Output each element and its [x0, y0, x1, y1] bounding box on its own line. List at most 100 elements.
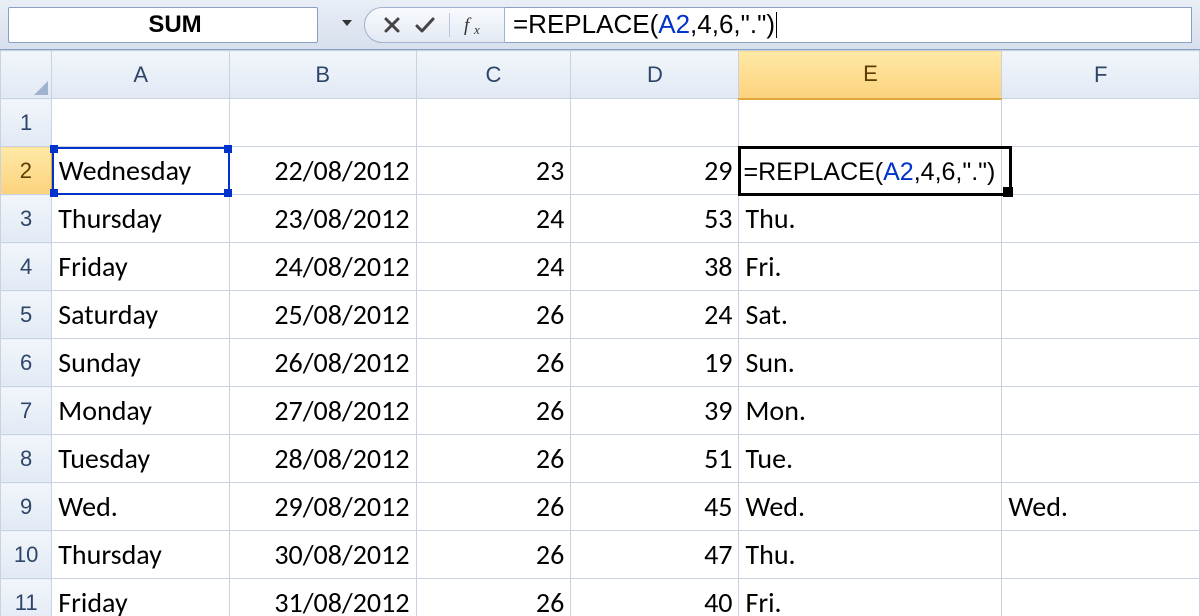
editing-cell-text: =REPLACE(A2,4,6,".") [743, 158, 995, 186]
cell-C3[interactable]: 24 [416, 195, 571, 243]
formula-input[interactable]: =REPLACE(AA2,4,6,".") [505, 7, 1192, 43]
cell-C6[interactable]: 26 [416, 339, 571, 387]
cell-A9[interactable]: Wed. [52, 483, 230, 531]
cell-B4[interactable]: 24/08/2012 [230, 243, 416, 291]
cell-A6[interactable]: Sunday [52, 339, 230, 387]
row-header-6[interactable]: 6 [1, 339, 52, 387]
cell-C11[interactable]: 26 [416, 579, 571, 616]
cell-A11[interactable]: Friday [52, 579, 230, 616]
formula-text: =REPLACE(AA2,4,6,".") [513, 9, 775, 40]
cell-C9[interactable]: 26 [416, 483, 571, 531]
cell-D9[interactable]: 45 [571, 483, 739, 531]
enter-icon[interactable] [415, 16, 435, 34]
cell-D8[interactable]: 51 [571, 435, 739, 483]
fx-icon[interactable]: f x [464, 15, 490, 35]
cell-D3[interactable]: 53 [571, 195, 739, 243]
row-header-7[interactable]: 7 [1, 387, 52, 435]
cancel-icon[interactable] [383, 16, 401, 34]
cell-F11[interactable] [1002, 579, 1200, 616]
cell-C1[interactable] [416, 99, 571, 147]
cell-F7[interactable] [1002, 387, 1200, 435]
spreadsheet-grid[interactable]: ABCDEF 12Wednesday22/08/20122329=REPLACE… [0, 50, 1200, 616]
cell-A4[interactable]: Friday [52, 243, 230, 291]
cell-C2[interactable]: 23 [416, 147, 571, 195]
cell-F6[interactable] [1002, 339, 1200, 387]
cell-D10[interactable]: 47 [571, 531, 739, 579]
cells-table[interactable]: ABCDEF 12Wednesday22/08/20122329=REPLACE… [0, 50, 1200, 616]
cell-B11[interactable]: 31/08/2012 [230, 579, 416, 616]
cell-E4[interactable]: Fri. [739, 243, 1002, 291]
formula-bar-buttons: f x [364, 7, 505, 43]
cell-F4[interactable] [1002, 243, 1200, 291]
cell-B1[interactable] [230, 99, 416, 147]
cell-C8[interactable]: 26 [416, 435, 571, 483]
cell-F9[interactable]: Wed. [1002, 483, 1200, 531]
cell-A5[interactable]: Saturday [52, 291, 230, 339]
cell-F1[interactable] [1002, 99, 1200, 147]
row-header-8[interactable]: 8 [1, 435, 52, 483]
cell-C4[interactable]: 24 [416, 243, 571, 291]
row-header-4[interactable]: 4 [1, 243, 52, 291]
row-header-11[interactable]: 11 [1, 579, 52, 616]
row-header-3[interactable]: 3 [1, 195, 52, 243]
separator [449, 13, 450, 37]
cell-D4[interactable]: 38 [571, 243, 739, 291]
name-box-dropdown[interactable] [341, 16, 353, 33]
row-header-5[interactable]: 5 [1, 291, 52, 339]
cell-E10[interactable]: Thu. [739, 531, 1002, 579]
select-all-corner[interactable] [1, 51, 52, 99]
row-header-9[interactable]: 9 [1, 483, 52, 531]
cell-D7[interactable]: 39 [571, 387, 739, 435]
cell-C5[interactable]: 26 [416, 291, 571, 339]
column-header-A[interactable]: A [52, 51, 230, 99]
cell-B3[interactable]: 23/08/2012 [230, 195, 416, 243]
cell-A2[interactable]: Wednesday [52, 147, 230, 195]
cell-E2[interactable]: =REPLACE(A2,4,6,".") [739, 147, 1002, 195]
cell-F3[interactable] [1002, 195, 1200, 243]
column-header-E[interactable]: E [739, 51, 1002, 99]
caret [776, 12, 777, 38]
cell-E8[interactable]: Tue. [739, 435, 1002, 483]
cell-B6[interactable]: 26/08/2012 [230, 339, 416, 387]
cell-E11[interactable]: Fri. [739, 579, 1002, 616]
row-header-10[interactable]: 10 [1, 531, 52, 579]
cell-D5[interactable]: 24 [571, 291, 739, 339]
cell-E1[interactable] [739, 99, 1002, 147]
cell-B8[interactable]: 28/08/2012 [230, 435, 416, 483]
cell-A8[interactable]: Tuesday [52, 435, 230, 483]
cell-E5[interactable]: Sat. [739, 291, 1002, 339]
column-header-D[interactable]: D [571, 51, 739, 99]
column-header-C[interactable]: C [416, 51, 571, 99]
cell-B2[interactable]: 22/08/2012 [230, 147, 416, 195]
svg-text:x: x [473, 22, 480, 35]
cell-A1[interactable] [52, 99, 230, 147]
cell-D1[interactable] [571, 99, 739, 147]
cell-E9[interactable]: Wed. [739, 483, 1002, 531]
svg-text:f: f [464, 15, 472, 35]
cell-B7[interactable]: 27/08/2012 [230, 387, 416, 435]
cell-E3[interactable]: Thu. [739, 195, 1002, 243]
cell-A10[interactable]: Thursday [52, 531, 230, 579]
cell-E6[interactable]: Sun. [739, 339, 1002, 387]
cell-B9[interactable]: 29/08/2012 [230, 483, 416, 531]
row-header-1[interactable]: 1 [1, 99, 52, 147]
row-header-2[interactable]: 2 [1, 147, 52, 195]
cell-C10[interactable]: 26 [416, 531, 571, 579]
column-header-F[interactable]: F [1002, 51, 1200, 99]
cell-D2[interactable]: 29 [571, 147, 739, 195]
cell-F10[interactable] [1002, 531, 1200, 579]
formula-bar: f x =REPLACE(AA2,4,6,".") [0, 0, 1200, 50]
column-header-B[interactable]: B [230, 51, 416, 99]
cell-F8[interactable] [1002, 435, 1200, 483]
cell-F2[interactable] [1002, 147, 1200, 195]
cell-D11[interactable]: 40 [571, 579, 739, 616]
name-box[interactable] [9, 10, 341, 40]
cell-B10[interactable]: 30/08/2012 [230, 531, 416, 579]
cell-D6[interactable]: 19 [571, 339, 739, 387]
cell-A7[interactable]: Monday [52, 387, 230, 435]
cell-F5[interactable] [1002, 291, 1200, 339]
cell-C7[interactable]: 26 [416, 387, 571, 435]
cell-E7[interactable]: Mon. [739, 387, 1002, 435]
cell-B5[interactable]: 25/08/2012 [230, 291, 416, 339]
cell-A3[interactable]: Thursday [52, 195, 230, 243]
